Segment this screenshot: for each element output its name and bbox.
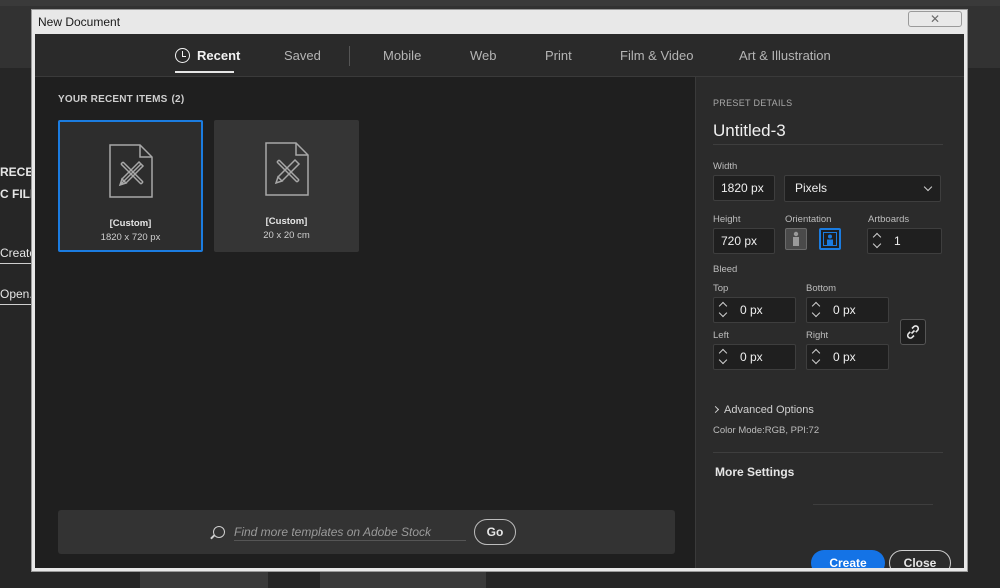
bleed-left-stepper[interactable] bbox=[715, 344, 733, 370]
chevron-right-icon bbox=[711, 405, 720, 414]
artboards-label: Artboards bbox=[868, 214, 910, 225]
bleed-bottom-label: Bottom bbox=[806, 283, 837, 294]
tab-divider bbox=[349, 46, 350, 66]
search-icon bbox=[213, 526, 225, 538]
tab-recent[interactable]: Recent bbox=[197, 48, 240, 63]
tab-web[interactable]: Web bbox=[470, 48, 497, 63]
create-button[interactable]: Create bbox=[811, 550, 885, 568]
portrait-orientation-button[interactable] bbox=[785, 228, 807, 250]
bleed-bottom-stepper[interactable] bbox=[808, 297, 826, 323]
dialog-titlebar[interactable]: New Document ✕ bbox=[32, 10, 967, 34]
document-icon bbox=[108, 144, 153, 198]
chevron-down-icon bbox=[811, 308, 821, 318]
preset-tabs: Recent Saved Mobile Web Print Film & Vid… bbox=[35, 34, 964, 77]
advanced-options-toggle[interactable]: Advanced Options bbox=[711, 404, 814, 416]
recent-items-heading: YOUR RECENT ITEMS (2) bbox=[58, 94, 184, 105]
recent-item-card[interactable]: [Custom] 20 x 20 cm bbox=[214, 120, 359, 252]
window-close-button[interactable]: ✕ bbox=[908, 11, 962, 27]
close-button[interactable]: Close bbox=[889, 550, 951, 568]
units-dropdown[interactable]: Pixels bbox=[784, 175, 941, 202]
recent-items-count: (2) bbox=[171, 94, 185, 105]
portrait-icon bbox=[793, 231, 799, 246]
preset-details-heading: PRESET DETAILS bbox=[713, 98, 793, 108]
bg-open-link[interactable]: Open. bbox=[0, 287, 33, 305]
tab-print[interactable]: Print bbox=[545, 48, 572, 63]
dialog-content: Recent Saved Mobile Web Print Film & Vid… bbox=[35, 34, 964, 568]
tab-saved[interactable]: Saved bbox=[284, 48, 321, 63]
chevron-down-icon bbox=[923, 182, 933, 192]
bg-create-link[interactable]: Create bbox=[0, 246, 36, 264]
recent-item-name: [Custom] bbox=[265, 216, 308, 227]
bleed-top-stepper[interactable] bbox=[715, 297, 733, 323]
clock-icon bbox=[175, 48, 190, 63]
divider bbox=[713, 452, 943, 453]
recent-item-card[interactable]: [Custom] 1820 x 720 px bbox=[58, 120, 203, 252]
artboards-stepper[interactable] bbox=[869, 228, 887, 254]
advanced-options-label: Advanced Options bbox=[724, 404, 814, 416]
bleed-top-label: Top bbox=[713, 283, 729, 294]
height-field[interactable]: 720 px bbox=[713, 228, 775, 254]
bleed-right-label: Right bbox=[806, 330, 829, 341]
chevron-down-icon bbox=[718, 308, 728, 318]
divider bbox=[813, 504, 933, 505]
tab-film-video[interactable]: Film & Video bbox=[620, 48, 693, 63]
recent-item-name: [Custom] bbox=[109, 218, 152, 229]
new-document-dialog: New Document ✕ Recent Saved Mobile Web P… bbox=[31, 9, 968, 572]
bleed-label: Bleed bbox=[713, 264, 738, 275]
orientation-label: Orientation bbox=[785, 214, 832, 225]
tab-art-illustration[interactable]: Art & Illustration bbox=[739, 48, 831, 63]
landscape-icon bbox=[823, 232, 837, 246]
bg-thumbnail bbox=[320, 572, 486, 588]
stock-search-bar: Go bbox=[58, 510, 675, 554]
width-field[interactable]: 1820 px bbox=[713, 175, 775, 201]
bg-thumbnail bbox=[140, 572, 268, 588]
recent-items-title: YOUR RECENT ITEMS bbox=[58, 94, 168, 105]
chevron-down-icon bbox=[872, 239, 882, 249]
recent-item-size: 1820 x 720 px bbox=[100, 232, 161, 243]
bleed-right-stepper[interactable] bbox=[808, 344, 826, 370]
chevron-down-icon bbox=[811, 355, 821, 365]
link-icon bbox=[906, 325, 920, 339]
preset-details-panel: PRESET DETAILS Width 1820 px Pixels Heig… bbox=[695, 77, 964, 568]
document-icon bbox=[264, 142, 309, 196]
more-settings-button[interactable]: More Settings bbox=[715, 465, 794, 479]
units-value: Pixels bbox=[795, 181, 828, 195]
dialog-title: New Document bbox=[38, 15, 121, 29]
width-label: Width bbox=[713, 161, 738, 172]
chevron-down-icon bbox=[718, 355, 728, 365]
height-label: Height bbox=[713, 214, 741, 225]
recent-item-size: 20 x 20 cm bbox=[263, 230, 310, 241]
landscape-orientation-button[interactable] bbox=[819, 228, 841, 250]
link-bleed-button[interactable] bbox=[900, 319, 926, 345]
active-tab-indicator bbox=[175, 71, 234, 73]
go-button[interactable]: Go bbox=[474, 519, 516, 545]
color-mode-info: Color Mode:RGB, PPI:72 bbox=[713, 425, 820, 436]
stock-search-input[interactable] bbox=[234, 523, 466, 541]
document-name-input[interactable] bbox=[713, 117, 943, 145]
bleed-left-label: Left bbox=[713, 330, 729, 341]
tab-mobile[interactable]: Mobile bbox=[383, 48, 421, 63]
